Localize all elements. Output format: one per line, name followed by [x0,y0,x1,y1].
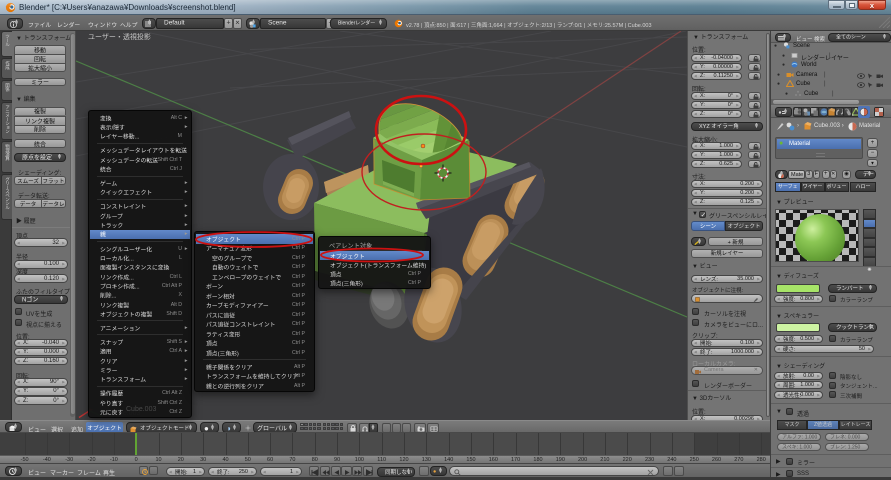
svg-text:ユーザー・透視投影: ユーザー・透視投影 [88,32,151,41]
